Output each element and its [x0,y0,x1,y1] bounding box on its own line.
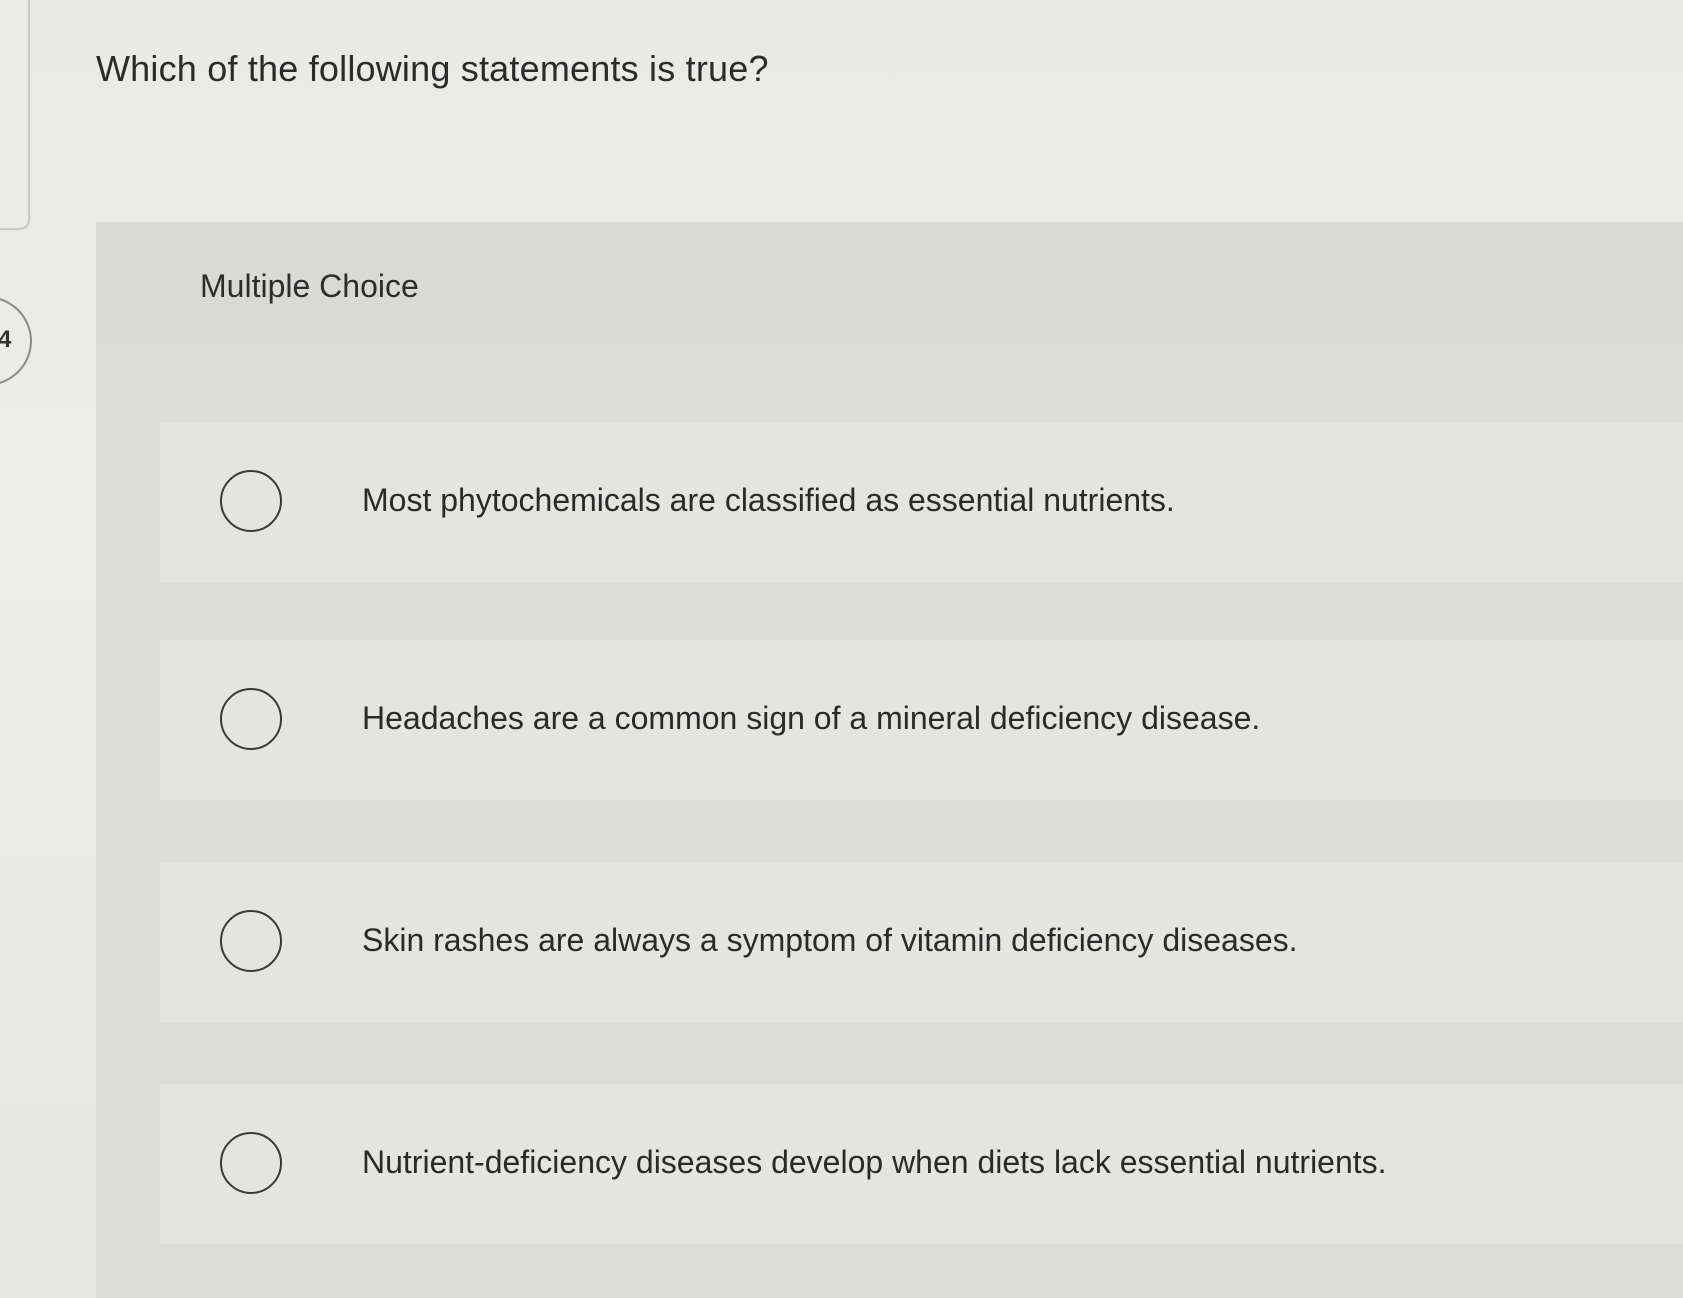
choice-label: Skin rashes are always a symptom of vita… [362,922,1298,958]
question-number: 4 [0,326,12,353]
side-tab[interactable] [0,0,30,230]
choice-label: Nutrient-deficiency diseases develop whe… [362,1144,1387,1180]
radio-button[interactable] [220,910,282,972]
radio-button[interactable] [220,1132,282,1194]
panel-header: Multiple Choice [96,222,1683,344]
radio-button[interactable] [220,688,282,750]
choice-option-2[interactable]: Headaches are a common sign of a mineral… [160,640,1683,800]
answer-panel: Multiple Choice Most phytochemicals are … [96,222,1683,1298]
question-type-label: Multiple Choice [200,268,419,304]
choice-option-1[interactable]: Most phytochemicals are classified as es… [160,422,1683,582]
question-prompt: Which of the following statements is tru… [96,48,769,89]
choice-label: Headaches are a common sign of a mineral… [362,700,1261,736]
choice-option-3[interactable]: Skin rashes are always a symptom of vita… [160,862,1683,1022]
radio-button[interactable] [220,470,282,532]
choice-option-4[interactable]: Nutrient-deficiency diseases develop whe… [160,1084,1683,1244]
choice-label: Most phytochemicals are classified as es… [362,482,1175,518]
